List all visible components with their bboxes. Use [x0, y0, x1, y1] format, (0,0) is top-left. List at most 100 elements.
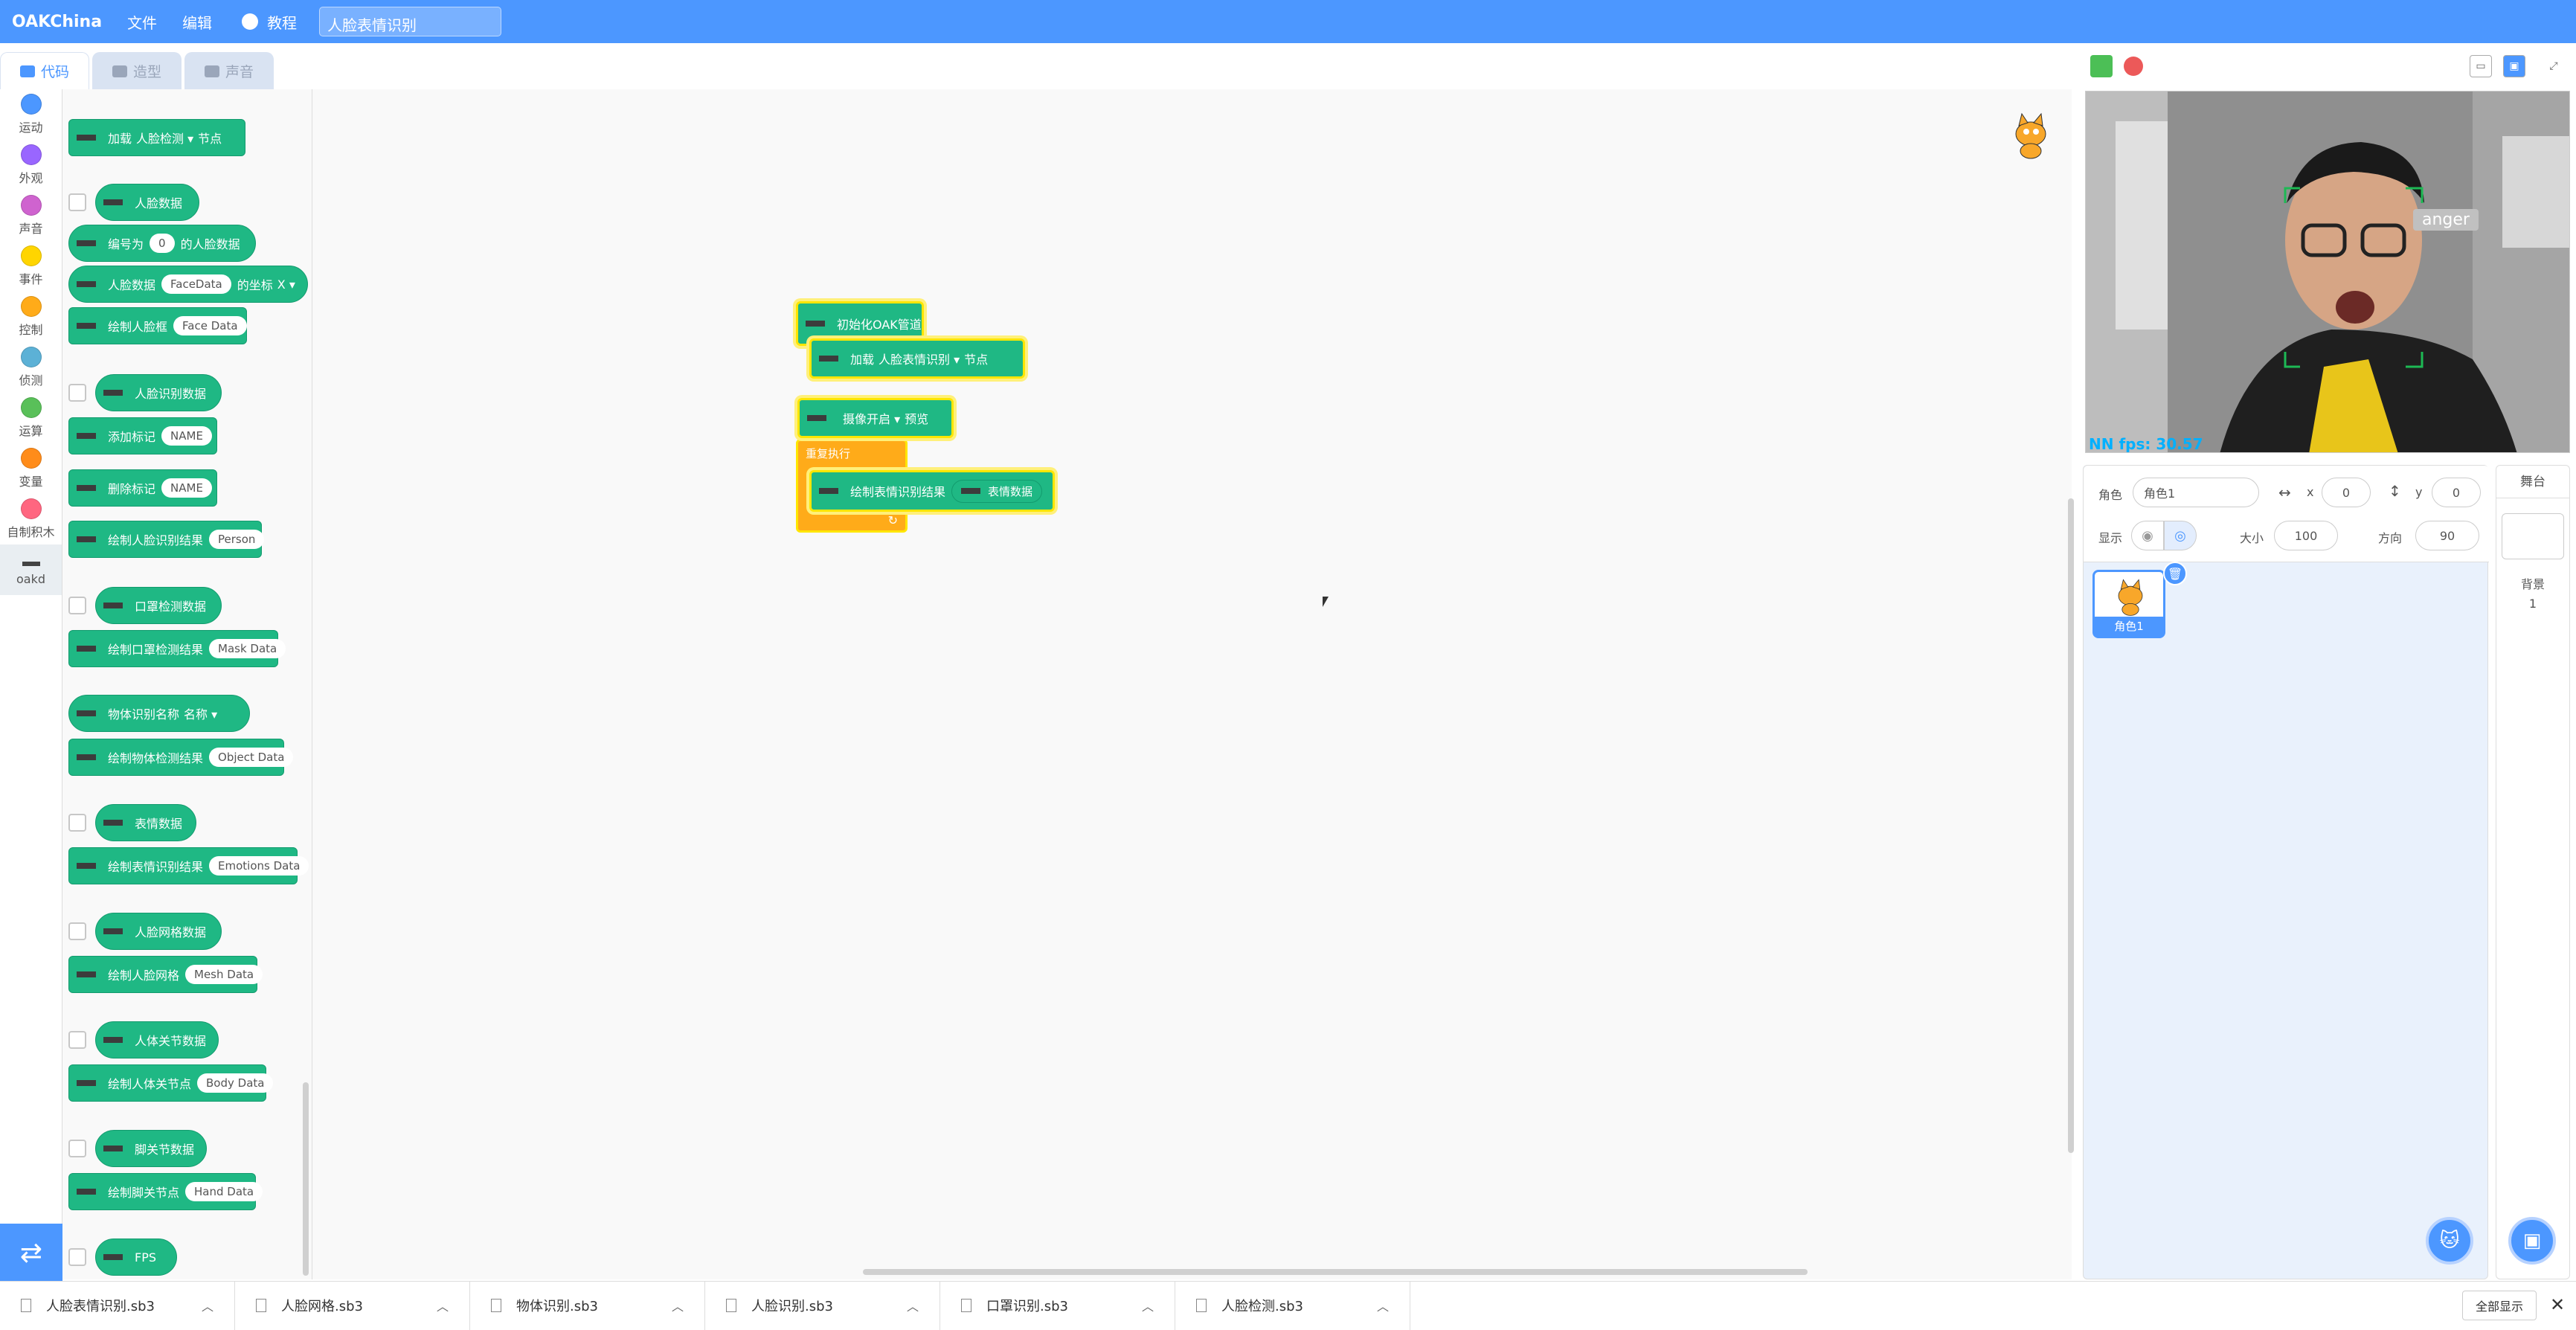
- block-dropdown[interactable]: 人脸检测: [136, 129, 193, 147]
- tab-code[interactable]: 代码: [0, 52, 89, 89]
- category-sensing[interactable]: 侦测: [0, 342, 62, 393]
- block-draw-object[interactable]: 绘制物体检测结果 Object Data: [68, 739, 294, 776]
- file-item[interactable]: 人脸检测.sb3 ︿: [1175, 1281, 1410, 1330]
- block-camera-preview[interactable]: 摄像开启预览: [797, 398, 954, 438]
- stage-thumbnail[interactable]: [2502, 513, 2564, 559]
- block-dropdown[interactable]: 人脸表情识别: [879, 350, 960, 367]
- tab-sounds[interactable]: 声音: [184, 52, 274, 89]
- file-item[interactable]: 人脸网格.sb3 ︿: [235, 1281, 470, 1330]
- block-draw-emotion-result[interactable]: 绘制表情识别结果 表情数据: [809, 470, 1055, 512]
- block-input[interactable]: NAME: [161, 478, 212, 498]
- block-dropdown[interactable]: 名称: [184, 704, 217, 722]
- caret-up-icon[interactable]: ︿: [1377, 1297, 1389, 1314]
- block-emotion-data[interactable]: 表情数据: [95, 804, 196, 841]
- direction-input[interactable]: 90: [2415, 521, 2479, 550]
- block-input[interactable]: FaceData: [161, 274, 231, 294]
- category-variables[interactable]: 变量: [0, 443, 62, 494]
- add-extension-button[interactable]: ⇄: [0, 1224, 62, 1282]
- block-face-data[interactable]: 人脸数据: [95, 184, 199, 221]
- checkbox-emotion-data[interactable]: [68, 814, 86, 832]
- checkbox-mask-data[interactable]: [68, 597, 86, 614]
- project-name-input[interactable]: 人脸表情识别: [319, 7, 502, 36]
- block-load-emotion-node[interactable]: 加载人脸表情识别节点: [809, 338, 1025, 379]
- block-input[interactable]: Face Data: [173, 316, 247, 335]
- category-sound[interactable]: 声音: [0, 190, 62, 241]
- caret-up-icon[interactable]: ︿: [437, 1297, 449, 1314]
- palette-scrollbar[interactable]: [303, 1082, 309, 1276]
- sprite-thumbnail[interactable]: 角色1 🗑: [2092, 562, 2187, 638]
- block-input[interactable]: Emotions Data: [209, 856, 309, 876]
- block-hand-data[interactable]: 脚关节数据: [95, 1130, 207, 1167]
- hide-sprite-button[interactable]: ◎: [2164, 521, 2197, 550]
- caret-up-icon[interactable]: ︿: [1142, 1297, 1154, 1314]
- block-draw-hand[interactable]: 绘制脚关节点 Hand Data: [68, 1173, 263, 1210]
- small-stage-button[interactable]: ▭: [2470, 55, 2492, 77]
- x-input[interactable]: 0: [2322, 478, 2371, 507]
- file-item[interactable]: 口罩识别.sb3 ︿: [940, 1281, 1175, 1330]
- caret-up-icon[interactable]: ︿: [907, 1297, 919, 1314]
- file-item[interactable]: 物体识别.sb3 ︿: [470, 1281, 705, 1330]
- block-draw-mask[interactable]: 绘制口罩检测结果 Mask Data: [68, 630, 286, 667]
- category-control[interactable]: 控制: [0, 292, 62, 342]
- block-mask-data[interactable]: 口罩检测数据: [95, 587, 222, 624]
- category-looks[interactable]: 外观: [0, 140, 62, 190]
- block-input[interactable]: Body Data: [197, 1073, 274, 1093]
- checkbox-fps[interactable]: [68, 1248, 86, 1266]
- stage-selector[interactable]: 舞台 背景 1 ▣: [2496, 465, 2570, 1279]
- category-events[interactable]: 事件: [0, 241, 62, 292]
- block-add-mark[interactable]: 添加标记 NAME: [68, 417, 217, 454]
- size-input[interactable]: 100: [2274, 521, 2338, 550]
- block-dropdown[interactable]: X: [277, 277, 295, 292]
- block-object-name[interactable]: 物体识别名称 名称: [68, 695, 250, 732]
- checkbox-face-recog-data[interactable]: [68, 384, 86, 402]
- block-input[interactable]: Mesh Data: [185, 965, 263, 984]
- block-input[interactable]: Hand Data: [185, 1182, 263, 1201]
- checkbox-face-data[interactable]: [68, 193, 86, 211]
- menu-edit[interactable]: 编辑: [182, 11, 212, 33]
- block-load-node[interactable]: 加载人脸检测节点: [68, 119, 245, 156]
- block-draw-face[interactable]: 绘制人脸框 Face Data: [68, 307, 247, 344]
- app-logo[interactable]: OAKChina: [12, 13, 102, 31]
- delete-sprite-button[interactable]: 🗑: [2163, 562, 2187, 585]
- block-dropdown[interactable]: 摄像开启: [843, 409, 900, 427]
- stage-canvas[interactable]: anger NN fps: 30.57: [2085, 91, 2570, 453]
- code-workspace[interactable]: 重复执行 ↻ 初始化OAK管道 加载人脸表情识别节点 摄像开启预览 绘制表情识别…: [312, 89, 2365, 1279]
- fullscreen-button[interactable]: ⤢: [2543, 55, 2565, 77]
- choose-sprite-button[interactable]: 🐱: [2426, 1217, 2473, 1265]
- block-draw-body[interactable]: 绘制人体关节点 Body Data: [68, 1064, 274, 1102]
- block-fps[interactable]: FPS: [95, 1239, 177, 1276]
- block-face-coord[interactable]: 人脸数据 FaceData 的坐标 X: [68, 266, 308, 303]
- block-draw-mesh[interactable]: 绘制人脸网格 Mesh Data: [68, 956, 263, 993]
- menu-tutorial[interactable]: 教程: [242, 11, 297, 33]
- file-item[interactable]: 人脸识别.sb3 ︿: [705, 1281, 940, 1330]
- block-body-data[interactable]: 人体关节数据: [95, 1021, 219, 1058]
- file-item[interactable]: 人脸表情识别.sb3 ︿: [0, 1281, 235, 1330]
- block-del-mark[interactable]: 删除标记 NAME: [68, 469, 217, 507]
- block-mesh-data[interactable]: 人脸网格数据: [95, 913, 222, 950]
- block-face-recog-data[interactable]: 人脸识别数据: [95, 374, 222, 411]
- block-draw-emotion[interactable]: 绘制表情识别结果 Emotions Data: [68, 847, 309, 884]
- category-operators[interactable]: 运算: [0, 393, 62, 443]
- block-reporter-emotion-data[interactable]: 表情数据: [951, 479, 1043, 503]
- sprite-name-input[interactable]: 角色1: [2133, 478, 2259, 507]
- checkbox-mesh-data[interactable]: [68, 922, 86, 940]
- workspace-v-scrollbar[interactable]: [2068, 498, 2074, 1153]
- block-input[interactable]: NAME: [161, 426, 212, 446]
- workspace-h-scrollbar[interactable]: [863, 1269, 1808, 1275]
- category-oakd[interactable]: oakd: [0, 544, 62, 595]
- block-input[interactable]: Object Data: [209, 748, 294, 767]
- category-motion[interactable]: 运动: [0, 89, 62, 140]
- checkbox-hand-data[interactable]: [68, 1140, 86, 1157]
- show-sprite-button[interactable]: ◉: [2131, 521, 2164, 550]
- choose-backdrop-button[interactable]: ▣: [2508, 1217, 2556, 1265]
- caret-up-icon[interactable]: ︿: [202, 1297, 213, 1314]
- block-draw-face-recog[interactable]: 绘制人脸识别结果 Person: [68, 521, 265, 558]
- normal-stage-button[interactable]: ▣: [2503, 55, 2525, 77]
- caret-up-icon[interactable]: ︿: [672, 1297, 684, 1314]
- stop-button[interactable]: [2124, 57, 2143, 76]
- checkbox-body-data[interactable]: [68, 1031, 86, 1049]
- block-face-by-id[interactable]: 编号为 0 的人脸数据: [68, 225, 256, 262]
- menu-file[interactable]: 文件: [127, 11, 157, 33]
- y-input[interactable]: 0: [2432, 478, 2481, 507]
- close-icon[interactable]: ✕: [2550, 1294, 2565, 1315]
